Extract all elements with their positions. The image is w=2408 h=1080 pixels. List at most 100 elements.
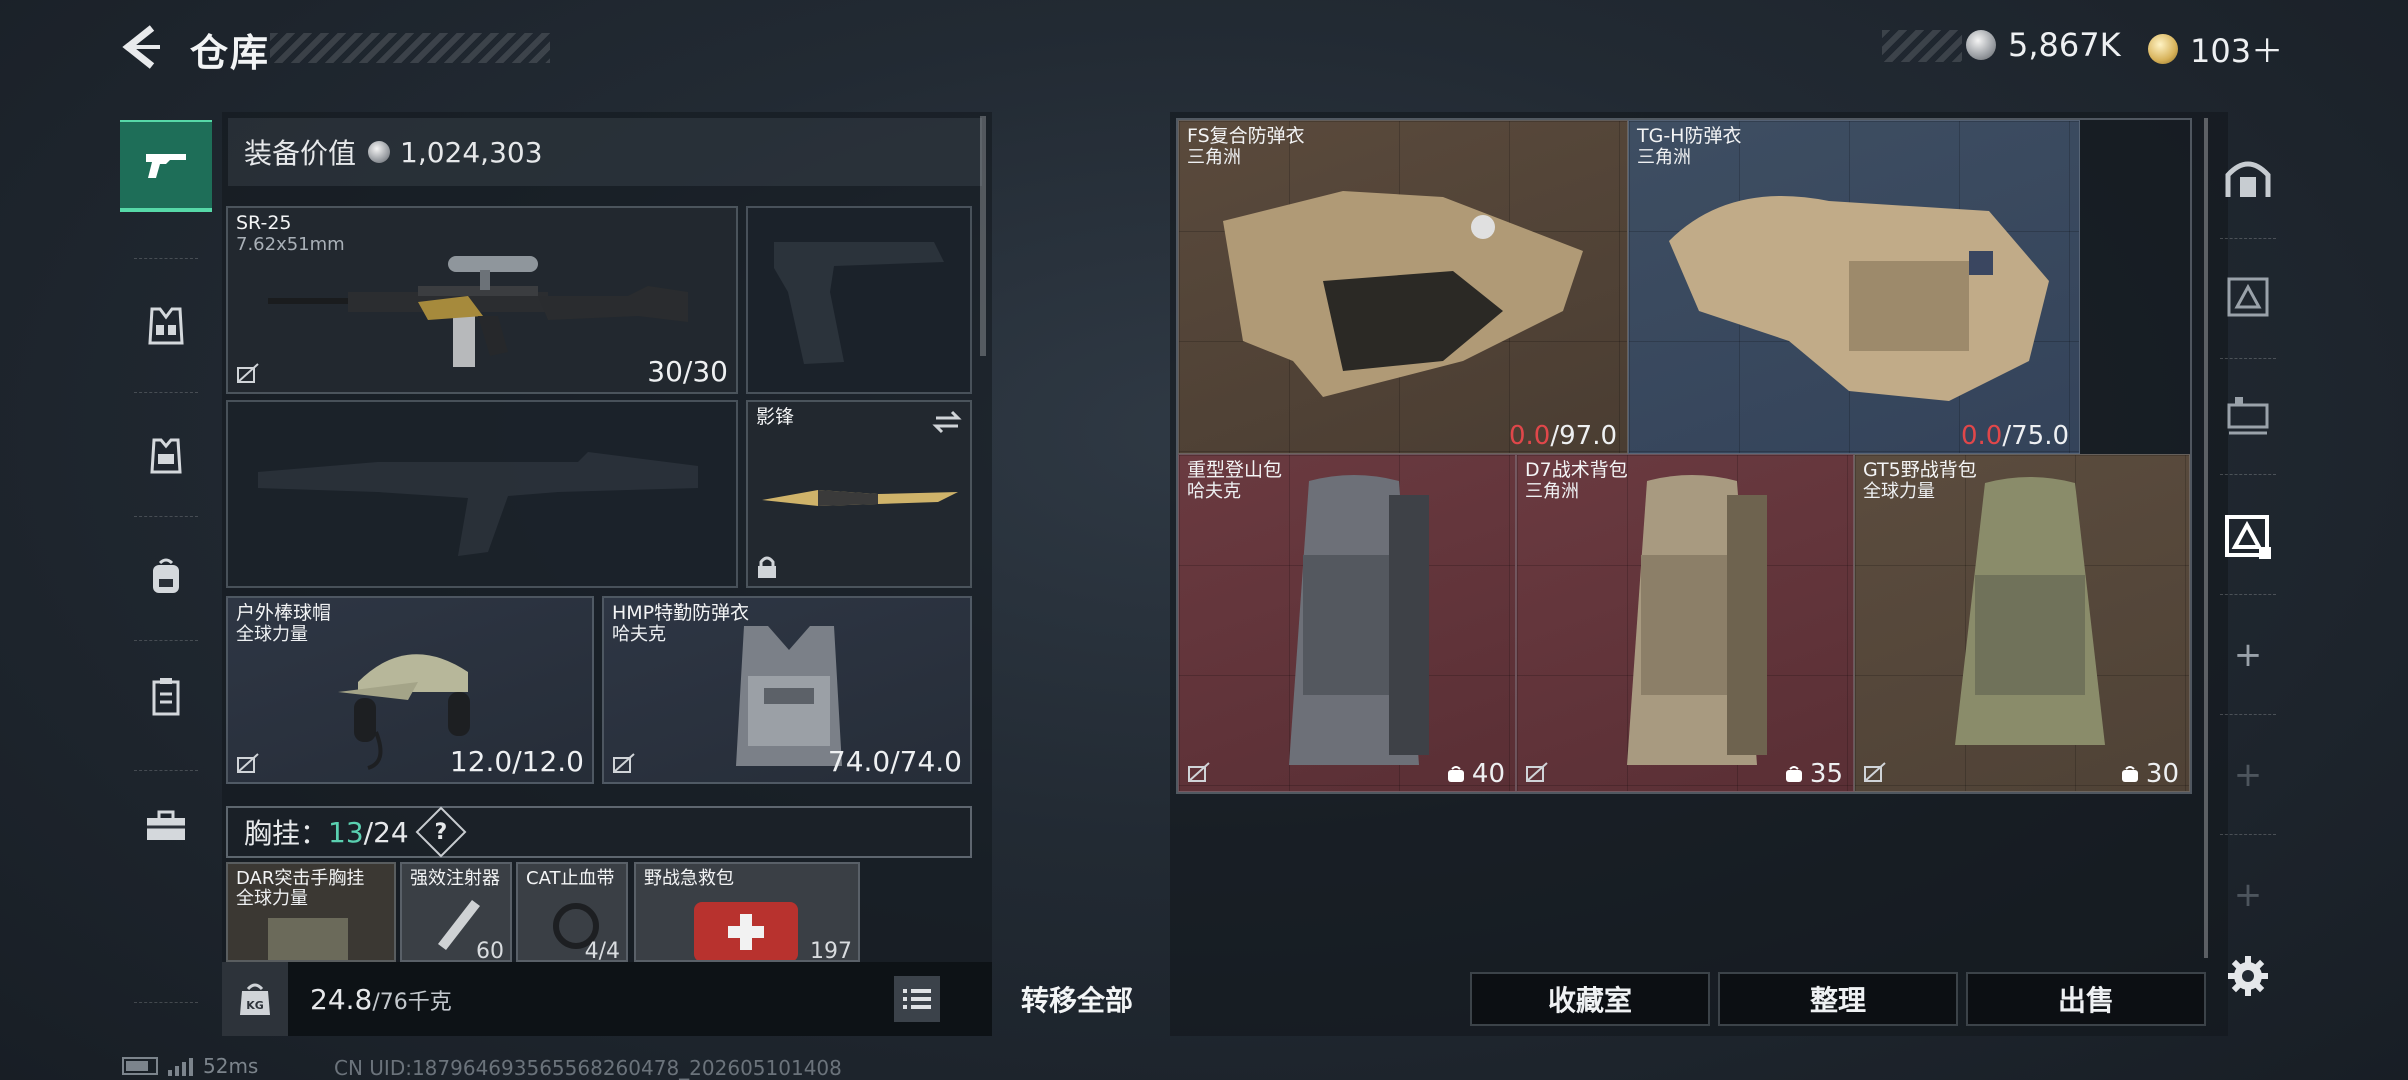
backpack-icon (153, 558, 179, 593)
melee-slot[interactable]: 影锋 (746, 400, 972, 588)
storage-2-icon (2227, 397, 2269, 435)
weight-max: /76千克 (372, 989, 452, 1015)
rig-item-name: 野战急救包 (644, 868, 734, 889)
capacity-icon (1447, 766, 1464, 782)
equipment-value: 1,024,303 (400, 135, 543, 169)
helmet-slot[interactable]: 户外棒球帽 全球力量 12.0/12.0 (226, 596, 594, 784)
currency-silver[interactable]: 5,867K (1966, 26, 2121, 64)
storage-item-capacity: 35 (1784, 759, 1843, 789)
rig-item[interactable]: CAT止血带 4/4 (516, 862, 628, 962)
back-arrow-icon[interactable] (118, 24, 164, 70)
rifle-placeholder-icon (258, 452, 698, 556)
title-decoration (270, 33, 550, 63)
rig-item[interactable]: 野战急救包 197 (634, 862, 860, 962)
storage-scrollbar[interactable] (2204, 118, 2208, 958)
tab-storage-1[interactable] (2210, 252, 2286, 342)
armor-icon (150, 438, 182, 474)
storage-3-icon (2225, 515, 2271, 559)
help-button[interactable]: ? (415, 806, 467, 858)
nav-armor[interactable] (120, 410, 212, 502)
storage-item-durability: 0.0/75.0 (1960, 421, 2069, 451)
add-icon: + (2233, 875, 2263, 915)
primary-weapon-ammo: 30/30 (647, 355, 728, 388)
storage-item[interactable]: FS复合防弹衣 三角洲 0.0/97.0 (1178, 120, 1628, 454)
rig-item-count: 4/4 (584, 939, 620, 962)
backpack-heavy-image (1289, 475, 1429, 765)
equipment-value-bar: 装备价值 1,024,303 (228, 118, 982, 186)
sort-button[interactable]: 整理 (1718, 972, 1958, 1026)
currency-decoration (1882, 30, 1962, 62)
storage-item-durability: 0.0/97.0 (1508, 421, 1617, 451)
armor-tgh-image (1669, 196, 2049, 401)
list-button[interactable] (894, 976, 940, 1022)
storage-item-brand: 三角洲 (1525, 481, 1579, 502)
list-icon (903, 989, 931, 1009)
tab-add-1[interactable]: + (2210, 610, 2286, 700)
armor-brand: 哈夫克 (612, 624, 666, 645)
svg-text:KG: KG (246, 999, 264, 1012)
helmet-name: 户外棒球帽 (236, 602, 332, 624)
armor-slot[interactable]: HMP特勤防弹衣 哈夫克 74.0/74.0 (602, 596, 972, 784)
storage-item[interactable]: 重型登山包 哈夫克 40 (1178, 454, 1516, 792)
tab-storage-2[interactable] (2210, 370, 2286, 460)
currency-silver-value: 5,867K (2008, 26, 2121, 64)
capacity-icon (2121, 766, 2138, 782)
pistol-placeholder-icon (774, 242, 944, 364)
rig-item-name: DAR突击手胸挂 (236, 868, 365, 889)
storage-item-name: FS复合防弹衣 (1187, 125, 1305, 147)
primary-weapon-slot[interactable]: SR-25 7.62x51mm 30/30 (226, 206, 738, 394)
signal-icon (168, 1056, 193, 1076)
secondary-weapon-slot[interactable] (226, 400, 738, 588)
helmet-brand: 全球力量 (236, 624, 308, 645)
rig-item-count: 60 (476, 939, 504, 962)
rig-item-count: 197 (810, 939, 852, 962)
tab-add-2[interactable]: + (2210, 730, 2286, 820)
storage-item[interactable]: GT5野战背包 全球力量 30 (1854, 454, 2190, 792)
swap-icon[interactable] (932, 410, 962, 434)
tab-add-3[interactable]: + (2210, 850, 2286, 940)
rig-item[interactable]: DAR突击手胸挂 全球力量 (226, 862, 396, 962)
currency-gold[interactable]: 103＋ (2148, 26, 2283, 72)
nav-backpack[interactable] (120, 530, 212, 622)
tab-storage-3[interactable] (2210, 490, 2286, 580)
collection-room-button[interactable]: 收藏室 (1470, 972, 1710, 1026)
helmet-durability: 12.0/12.0 (449, 745, 584, 778)
chest-rig-used: 13 (328, 815, 364, 849)
status-footer: 52ms (122, 1054, 258, 1078)
knife-image (762, 490, 958, 506)
rifle-image (268, 256, 688, 367)
nav-chest-rig[interactable] (120, 280, 212, 372)
storage-tabs: + + + (2210, 112, 2286, 982)
pistol-slot[interactable] (746, 206, 972, 394)
chest-rig-label: 胸挂： (244, 817, 329, 850)
nav-toolbox[interactable] (120, 780, 212, 872)
weight-kg-icon: KG (222, 962, 288, 1036)
weapon-icon (146, 154, 186, 178)
weight-bar: KG 24.8/76千克 转移全部 (222, 962, 1133, 1036)
case-icon (152, 678, 180, 716)
chest-rig-bar: 胸挂： 13 /24 ? (226, 806, 972, 858)
rig-item-name: 强效注射器 (410, 868, 500, 889)
storage-item[interactable]: D7战术背包 三角洲 35 (1516, 454, 1854, 792)
nav-case[interactable] (120, 650, 212, 742)
weight-text: 24.8/76千克 (310, 983, 452, 1016)
storage-item-brand: 全球力量 (1863, 481, 1935, 502)
loadout-scrollbar[interactable] (980, 116, 986, 356)
tab-safe-room[interactable] (2210, 132, 2286, 222)
no-insure-icon (1864, 762, 1886, 782)
no-insure-icon (1188, 762, 1210, 782)
chest-rig-total: /24 (363, 815, 409, 849)
add-icon: + (2233, 755, 2263, 795)
rig-item[interactable]: 强效注射器 60 (400, 862, 512, 962)
nav-weapons[interactable] (120, 120, 212, 212)
transfer-all-button[interactable]: 转移全部 (952, 962, 1202, 1036)
storage-item-name: 重型登山包 (1187, 459, 1283, 481)
settings-icon[interactable] (2226, 954, 2270, 998)
storage-item[interactable]: TG-H防弹衣 三角洲 0.0/75.0 (1628, 120, 2080, 454)
armor-durability: 74.0/74.0 (827, 745, 962, 778)
left-category-nav (120, 110, 212, 1010)
ping-value: 52ms (203, 1054, 259, 1078)
sell-button[interactable]: 出售 (1966, 972, 2206, 1026)
currency-gold-value: 103＋ (2190, 32, 2284, 70)
page-title: 仓库 (190, 31, 271, 75)
